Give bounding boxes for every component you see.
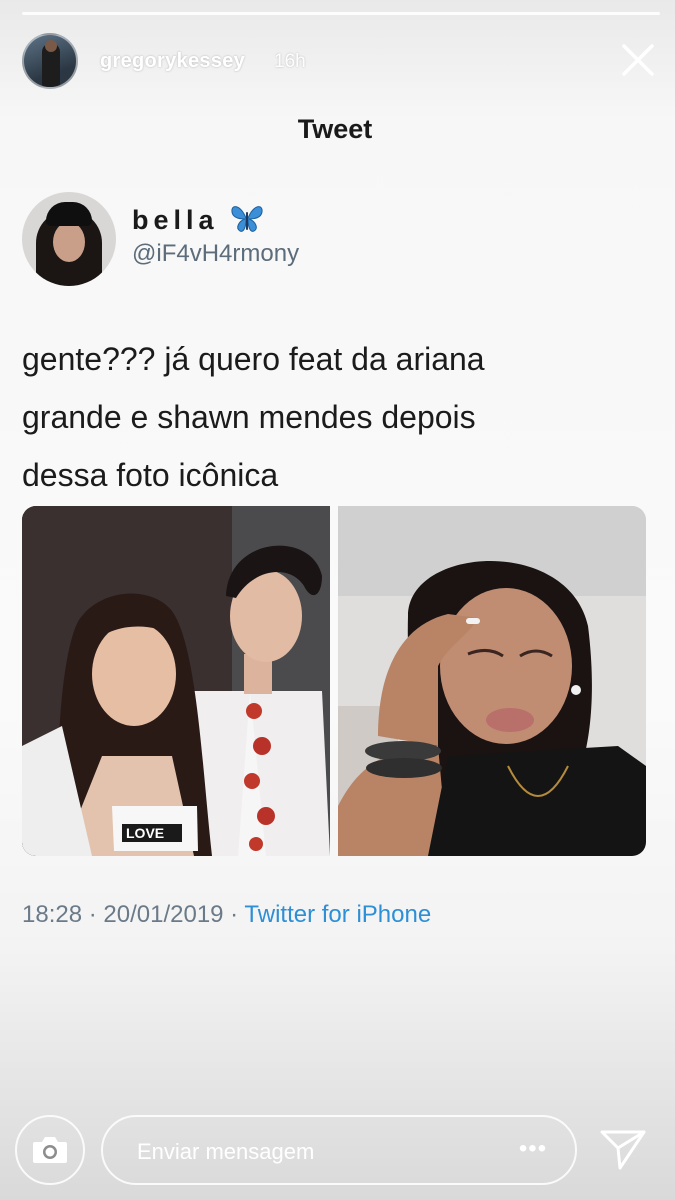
camera-icon: [33, 1137, 67, 1163]
tweet-text-line: grande e shawn mendes depois: [22, 399, 476, 435]
tweet-text-line: dessa foto icônica: [22, 457, 279, 493]
photo-left-illustration: LOVE: [22, 506, 330, 856]
story-username[interactable]: gregorykessey: [100, 50, 245, 73]
camera-button[interactable]: [15, 1115, 85, 1185]
tweet-date: 20/01/2019: [103, 901, 224, 928]
tweet-source-link[interactable]: Twitter for iPhone: [244, 901, 431, 928]
tweet-author-avatar: [22, 192, 116, 286]
tweet-media: LOVE: [22, 506, 646, 856]
tweet-time: 18:28: [22, 901, 83, 928]
tweet-text: gente??? já quero feat da ariana grande …: [22, 330, 642, 504]
butterfly-emoji-icon: [231, 206, 263, 232]
story-progress-bar: [22, 12, 660, 15]
message-field[interactable]: •••: [101, 1115, 577, 1185]
tweet-photo-left[interactable]: LOVE: [22, 506, 330, 856]
page-title: Tweet: [297, 114, 373, 144]
tweet-timestamp: 18:28 · 20/01/2019 · Twitter for iPhone: [22, 901, 431, 929]
story-author-avatar[interactable]: [22, 33, 78, 89]
meta-separator: ·: [82, 901, 104, 928]
close-icon[interactable]: [618, 40, 658, 80]
tweet-photo-right[interactable]: [338, 506, 646, 856]
message-input[interactable]: [137, 1137, 467, 1167]
svg-text:LOVE: LOVE: [126, 825, 164, 841]
more-options-button[interactable]: •••: [513, 1135, 553, 1165]
story-time: 16h: [274, 51, 306, 72]
tweet-display-name: bella: [132, 205, 219, 235]
send-icon[interactable]: [598, 1126, 648, 1172]
tweet-text-line: gente??? já quero feat da ariana: [22, 341, 485, 377]
tweet-handle: @iF4vH4rmony: [132, 240, 300, 267]
meta-separator: ·: [223, 901, 245, 928]
photo-right-illustration: [338, 506, 646, 856]
